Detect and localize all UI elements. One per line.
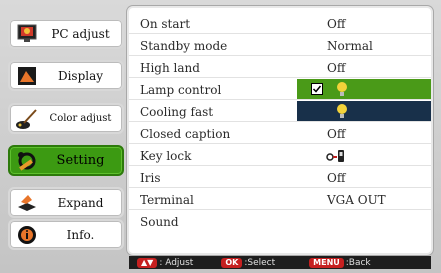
setting-name: Closed caption [140,127,231,141]
menu-key-icon: MENU [309,257,344,268]
menu-item-color-adjust[interactable]: Color adjust [8,103,124,134]
menu-label: PC adjust [51,26,110,41]
monitor-icon [15,22,39,46]
display-icon [15,64,39,88]
setting-name: On start [140,17,191,31]
setting-row-key-lock[interactable]: Key lock [129,145,431,166]
menu-item-pc-adjust[interactable]: PC adjust [8,18,124,49]
setting-name: Sound [140,215,179,229]
menu-item-info[interactable]: Info. [8,219,124,250]
setting-name: Standby mode [140,39,228,53]
menu-label: Info. [66,227,95,242]
select-label: :Select [244,257,276,268]
menu-label: Setting [56,153,105,168]
setting-row-standby-mode[interactable]: Standby mode Normal [129,35,431,56]
brush-icon [15,107,39,131]
menu-label: Expand [57,195,104,210]
setting-value: Normal [327,39,373,53]
menu-label: Display [57,68,104,83]
menu-label: Color adjust [49,113,112,124]
setting-name: Lamp control [140,83,222,97]
setting-row-lamp-control[interactable]: Lamp control [129,79,431,100]
checkbox-checked-icon [311,83,323,95]
tools-icon [15,149,39,173]
settings-panel: On start Off Standby mode Normal High la… [127,6,433,255]
lamp-icon [337,82,347,96]
menu-item-setting[interactable]: Setting [8,145,124,176]
projector-menu: PC adjust Display Color adjust Setting E… [0,0,441,273]
setting-row-cooling-fast[interactable]: Cooling fast [129,101,431,122]
setting-value: Off [327,127,346,141]
setting-name: Key lock [140,149,192,163]
adjust-label: : Adjust [159,257,194,268]
setting-row-iris[interactable]: Iris Off [129,167,431,188]
expand-icon [15,191,39,215]
setting-row-terminal[interactable]: Terminal VGA OUT [129,189,431,210]
lamp-control-value[interactable] [297,79,431,99]
menu-item-expand[interactable]: Expand [8,187,124,218]
setting-value: Off [327,171,346,185]
menu-item-display[interactable]: Display [8,60,124,91]
cooling-fast-value[interactable] [297,101,431,121]
setting-name: Iris [140,171,161,185]
setting-row-closed-caption[interactable]: Closed caption Off [129,123,431,144]
footer-select: OK :Select [221,257,276,268]
setting-value: Off [327,17,346,31]
lamp-icon [337,104,347,118]
setting-value: VGA OUT [327,193,386,207]
setting-name: Cooling fast [140,105,214,119]
setting-row-sound[interactable]: Sound [129,211,431,232]
adjust-key-icon: ▲▼ [137,257,158,268]
footer-back: MENU :Back [309,257,371,268]
setting-name: Terminal [140,193,194,207]
setting-row-on-start[interactable]: On start Off [129,13,431,34]
footer-hint-bar: ▲▼ : Adjust OK :Select MENU :Back [129,256,431,269]
info-icon [15,223,39,247]
footer-adjust: ▲▼ : Adjust [137,257,194,268]
setting-value: Off [327,61,346,75]
setting-row-high-land[interactable]: High land Off [129,57,431,78]
setting-name: High land [140,61,200,75]
back-label: :Back [345,257,371,268]
key-lock-icon [326,150,344,162]
ok-key-icon: OK [221,257,243,268]
